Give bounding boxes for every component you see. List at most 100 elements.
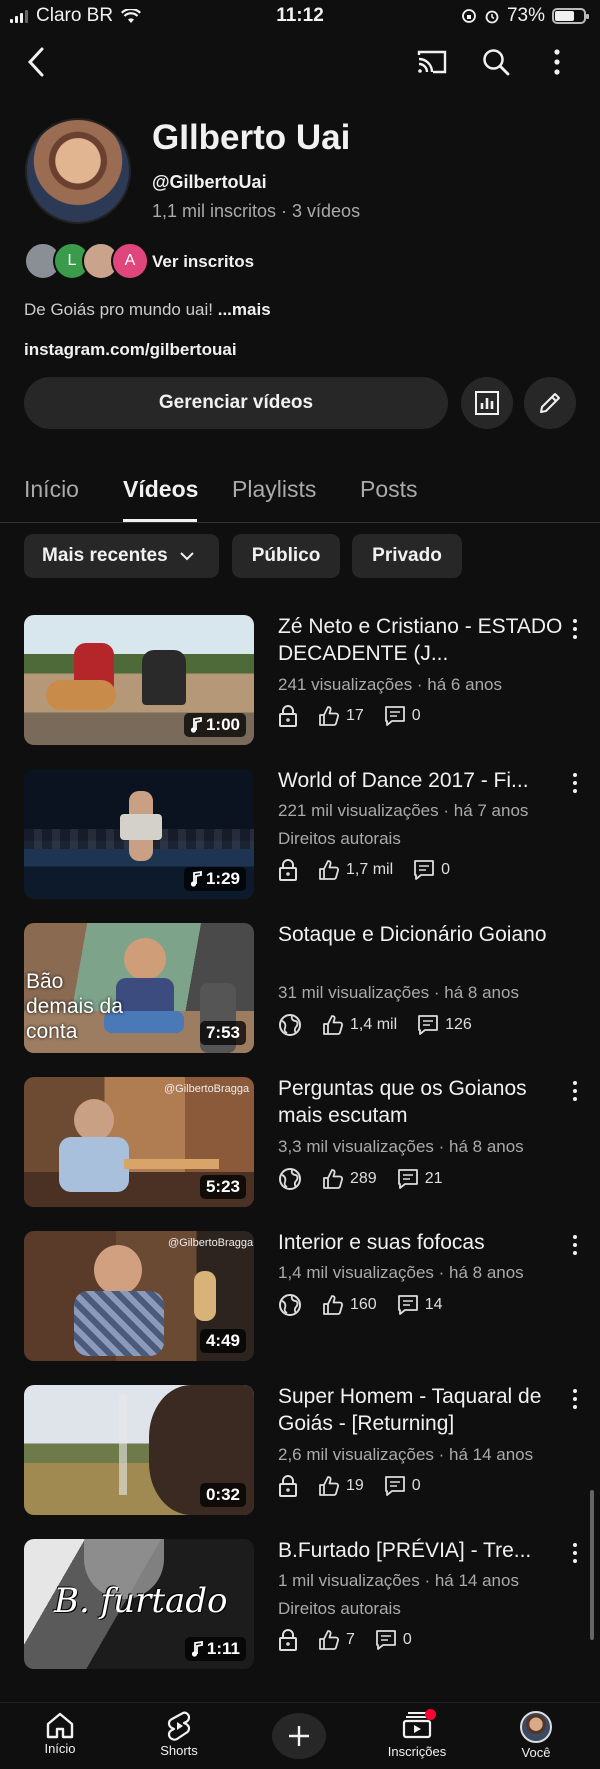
chevron-left-icon (27, 47, 44, 77)
copyright-label: Direitos autorais (278, 1599, 401, 1618)
thumbs-up-icon (319, 1476, 340, 1496)
nav-inscricoes[interactable]: Inscrições (372, 1709, 462, 1759)
video-thumbnail[interactable]: @GilbertoBragga 5:23 (24, 1077, 254, 1207)
duration-text: 1:11 (206, 1639, 240, 1658)
back-button[interactable] (22, 44, 50, 80)
visibility (278, 859, 298, 881)
video-stats: 1,7 mil 0 (278, 859, 470, 881)
comments: 0 (413, 859, 450, 881)
video-menu-button[interactable] (565, 617, 585, 641)
video-title[interactable]: Perguntas que os Goianos mais escutam (278, 1075, 563, 1129)
channel-link[interactable]: instagram.com/gilbertouai (24, 340, 237, 360)
sort-chip[interactable]: Mais recentes (24, 534, 219, 578)
like-count: 1,7 mil (346, 861, 394, 878)
likes: 1,7 mil (318, 859, 393, 881)
video-meta: 1,4 mil visualizações · há 8 anos (278, 1263, 524, 1282)
video-thumbnail[interactable]: @GilbertoBragga 4:49 (24, 1231, 254, 1361)
video-item[interactable]: B. furtado 1:11 B.Furtado [PRÉVIA] - Tre… (0, 1539, 600, 1670)
video-menu-button[interactable] (565, 1079, 585, 1103)
video-thumbnail[interactable]: 0:32 (24, 1385, 254, 1515)
video-item[interactable]: 1:29 World of Dance 2017 - Fi... 221 mil… (0, 769, 600, 900)
thumbs-up-icon (323, 1169, 344, 1189)
channel-avatar[interactable] (25, 118, 131, 224)
nav-inicio[interactable]: Início (15, 1711, 105, 1756)
video-thumbnail[interactable]: 1:00 (24, 615, 254, 745)
video-title[interactable]: Super Homem - Taquaral de Goiás - [Retur… (278, 1383, 563, 1437)
video-stats: 7 0 (278, 1629, 432, 1651)
lock-icon (279, 859, 297, 881)
video-thumbnail[interactable]: Bão demais da conta 7:53 (24, 923, 254, 1053)
tab-videos[interactable]: Vídeos (123, 476, 198, 503)
video-menu-button[interactable] (565, 1541, 585, 1565)
more-link[interactable]: ...mais (218, 300, 271, 319)
subscriber-avatars[interactable]: L A (24, 242, 149, 280)
comment-count: 0 (411, 707, 421, 724)
cast-button[interactable] (414, 44, 450, 80)
video-item[interactable]: 1:00 Zé Neto e Cristiano - ESTADO DECADE… (0, 615, 600, 746)
public-chip[interactable]: Público (232, 534, 340, 578)
more-button[interactable] (545, 44, 569, 80)
video-stats: 289 21 (278, 1167, 463, 1191)
nav-shorts[interactable]: Shorts (134, 1711, 224, 1758)
private-chip[interactable]: Privado (352, 534, 462, 578)
scrollbar[interactable] (590, 1490, 594, 1640)
video-item[interactable]: @GilbertoBragga 4:49 Interior e suas fof… (0, 1231, 600, 1362)
thumbs-up-icon (319, 860, 340, 880)
lock-icon (279, 705, 297, 727)
create-button[interactable] (272, 1713, 326, 1759)
comment-icon (397, 1169, 418, 1189)
comments: 126 (417, 1014, 472, 1036)
nav-label: Você (521, 1745, 551, 1760)
comment-icon (376, 1630, 396, 1650)
channel-description[interactable]: De Goiás pro mundo uai! ...mais (24, 300, 271, 320)
manage-videos-button[interactable]: Gerenciar vídeos (24, 377, 448, 429)
video-item[interactable]: Bão demais da conta 7:53 Sotaque e Dicio… (0, 923, 600, 1054)
plus-icon (289, 1726, 309, 1746)
music-note-icon (190, 871, 202, 887)
video-thumbnail[interactable]: 1:29 (24, 769, 254, 899)
comments: 0 (384, 1475, 421, 1497)
channel-meta: 1,1 mil inscritos · 3 vídeos (152, 201, 361, 221)
chevron-down-icon (179, 551, 194, 560)
comment-icon (414, 860, 435, 880)
video-item[interactable]: 0:32 Super Homem - Taquaral de Goiás - [… (0, 1385, 600, 1516)
video-meta: 241 visualizações · há 6 anos (278, 675, 502, 694)
duration-text: 5:23 (205, 1177, 240, 1196)
video-menu-button[interactable] (565, 771, 585, 795)
thumbnail-watermark: @GilbertoBragga (164, 1083, 250, 1095)
music-note-icon (191, 1641, 203, 1657)
comment-icon (384, 1476, 405, 1496)
ver-inscritos-link[interactable]: Ver inscritos (152, 252, 254, 272)
video-thumbnail[interactable]: B. furtado 1:11 (24, 1539, 254, 1669)
nav-label: Shorts (160, 1743, 198, 1758)
like-count: 160 (350, 1296, 377, 1313)
duration-text: 4:49 (205, 1331, 240, 1350)
video-menu-button[interactable] (565, 1233, 585, 1257)
battery-icon (552, 8, 589, 24)
video-menu-button[interactable] (565, 1387, 585, 1411)
shorts-icon (167, 1711, 191, 1741)
tab-inicio[interactable]: Início (24, 476, 79, 503)
video-title[interactable]: World of Dance 2017 - Fi... (278, 767, 563, 794)
tab-playlists[interactable]: Playlists (232, 476, 316, 503)
active-tab-indicator (123, 519, 197, 522)
like-count: 7 (346, 1631, 355, 1648)
video-title[interactable]: Interior e suas fofocas (278, 1229, 563, 1256)
video-meta: 3,3 mil visualizações · há 8 anos (278, 1137, 524, 1156)
like-count: 289 (350, 1170, 377, 1187)
tab-posts[interactable]: Posts (360, 476, 418, 503)
search-button[interactable] (478, 44, 514, 80)
edit-button[interactable] (524, 377, 576, 429)
video-item[interactable]: @GilbertoBragga 5:23 Perguntas que os Go… (0, 1077, 600, 1208)
analytics-button[interactable] (461, 377, 513, 429)
video-title[interactable]: Zé Neto e Cristiano - ESTADO DECADENTE (… (278, 613, 563, 667)
battery-percent: 73% (506, 5, 545, 26)
video-title[interactable]: B.Furtado [PRÉVIA] - Tre... (278, 1537, 563, 1564)
video-title[interactable]: Sotaque e Dicionário Goiano (278, 921, 563, 948)
sort-chip-label: Mais recentes (42, 545, 168, 566)
video-stats: 1,4 mil 126 (278, 1013, 492, 1037)
nav-voce[interactable]: Você (491, 1711, 581, 1760)
video-meta: 221 mil visualizações · há 7 anos (278, 801, 529, 820)
duration-text: 7:53 (205, 1023, 240, 1042)
likes: 17 (318, 705, 364, 727)
